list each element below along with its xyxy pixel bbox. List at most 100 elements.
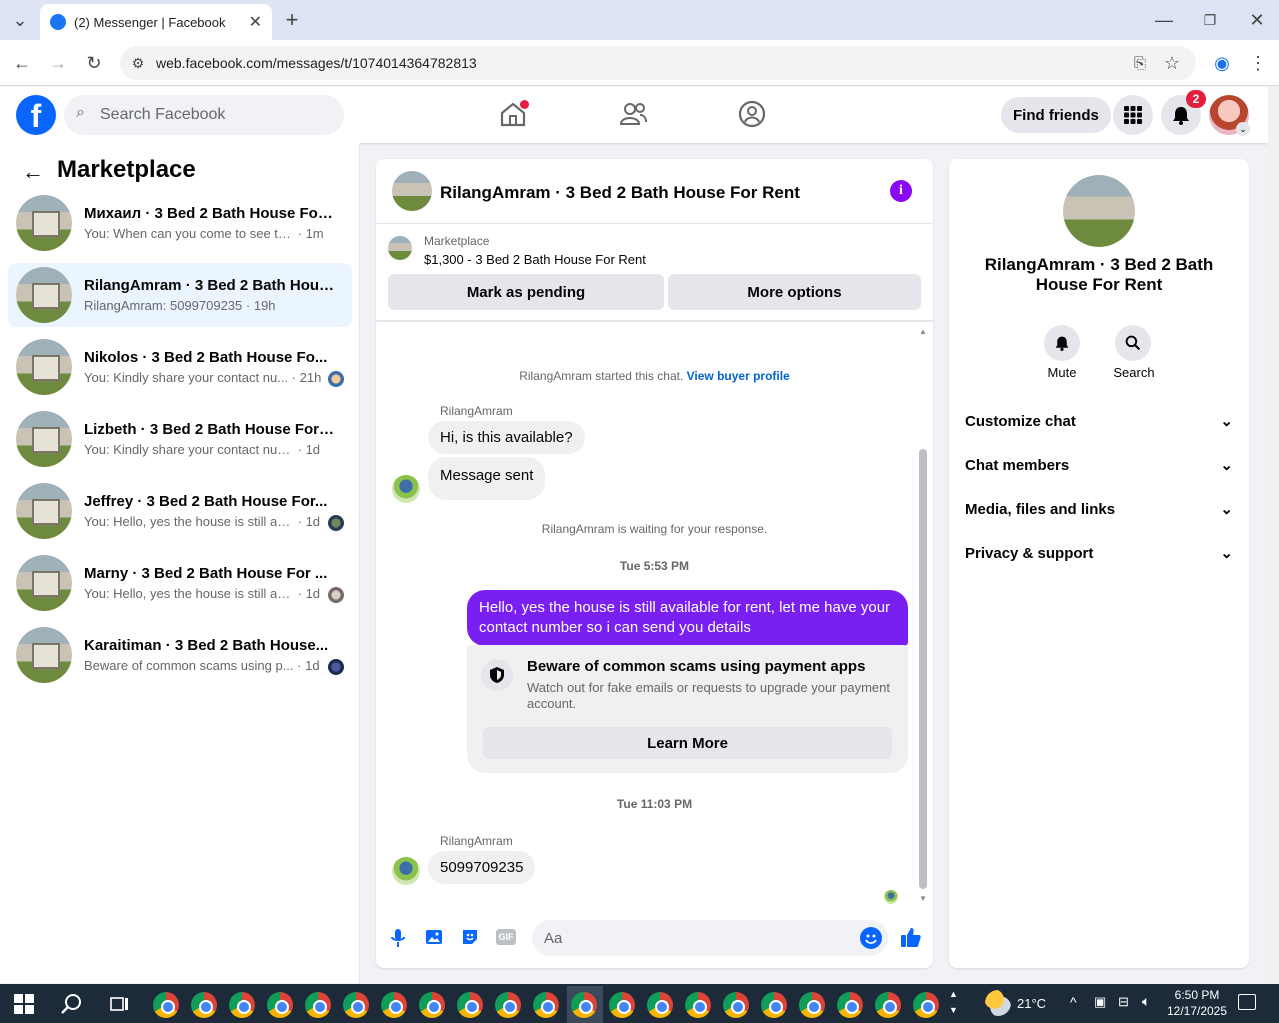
photo-icon[interactable] [424, 927, 444, 947]
conversation-item-active[interactable]: RilangAmram · 3 Bed 2 Bath Hous... Rilan… [8, 263, 352, 327]
friends-icon[interactable] [618, 99, 648, 129]
mark-as-pending-button[interactable]: Mark as pending [388, 274, 664, 310]
restore-icon[interactable]: ❐ [1196, 6, 1224, 34]
chrome-taskbar-icon[interactable] [457, 992, 483, 1018]
sender-avatar[interactable] [392, 857, 420, 885]
menu-grid-icon[interactable] [1113, 95, 1153, 135]
home-icon[interactable] [498, 99, 529, 129]
install-app-icon[interactable]: ⎘ [1126, 49, 1154, 77]
minimize-icon[interactable]: — [1150, 6, 1178, 34]
chrome-taskbar-icon[interactable] [609, 992, 635, 1018]
section-chat-members[interactable]: Chat members ⌄ [965, 456, 1233, 475]
forward-icon[interactable]: → [44, 49, 72, 77]
chat-title[interactable]: RilangAmram · 3 Bed 2 Bath House For Ren… [440, 183, 800, 203]
mute-label: Mute [1047, 365, 1077, 380]
learn-more-button[interactable]: Learn More [483, 727, 892, 759]
chrome-taskbar-icon[interactable] [647, 992, 673, 1018]
message-bubble[interactable]: Message sent [428, 457, 546, 500]
back-icon[interactable]: ← [8, 49, 36, 77]
tab-search-icon[interactable]: ⌄ [6, 6, 34, 34]
bookmark-star-icon[interactable]: ☆ [1158, 49, 1186, 77]
notification-center-icon[interactable] [1238, 994, 1256, 1010]
message-bubble[interactable]: 5099709235 [428, 851, 536, 884]
conversation-item[interactable]: Jeffrey · 3 Bed 2 Bath House For... You:… [8, 479, 352, 543]
profile-icon[interactable]: ◉ [1208, 49, 1236, 77]
my-message-bubble[interactable]: Hello, yes the house is still available … [467, 590, 908, 646]
taskbar-search-icon[interactable] [60, 992, 84, 1016]
chrome-taskbar-icon[interactable] [153, 992, 179, 1018]
listing-detail[interactable]: $1,300 - 3 Bed 2 Bath House For Rent [424, 252, 646, 267]
task-view-icon[interactable] [110, 995, 130, 1013]
chrome-taskbar-icon[interactable] [913, 992, 939, 1018]
account-chevron-icon[interactable]: ⌄ [1236, 122, 1250, 136]
chrome-taskbar-icon[interactable] [761, 992, 787, 1018]
chrome-taskbar-icon[interactable] [305, 992, 331, 1018]
view-buyer-profile-link[interactable]: View buyer profile [687, 369, 790, 383]
chrome-taskbar-icon[interactable] [229, 992, 255, 1018]
chrome-taskbar-icon[interactable] [495, 992, 521, 1018]
message-input[interactable]: Aa [532, 920, 888, 956]
weather-icon[interactable] [985, 990, 1011, 1016]
taskbar-clock[interactable]: 6:50 PM 12/17/2025 [1164, 987, 1230, 1019]
taskbar-overflow-chevrons-icon[interactable]: ▲ ▼ [949, 986, 958, 1018]
search-icon: ⌕ [76, 104, 85, 121]
conversation-item[interactable]: Karaitiman · 3 Bed 2 Bath House... Bewar… [8, 623, 352, 687]
listing-avatar-large[interactable] [1063, 175, 1135, 247]
conversation-item[interactable]: Михаил · 3 Bed 2 Bath House For ... You:… [8, 191, 352, 255]
chrome-taskbar-icon[interactable] [191, 992, 217, 1018]
chrome-taskbar-icon[interactable] [343, 992, 369, 1018]
chrome-taskbar-icon[interactable] [723, 992, 749, 1018]
scroll-down-icon[interactable]: ▼ [919, 894, 927, 903]
chat-scrollbar-thumb[interactable] [919, 449, 927, 889]
facebook-search-input[interactable]: ⌕ Search Facebook [64, 95, 344, 135]
close-window-icon[interactable]: ✕ [1243, 6, 1271, 34]
more-options-button[interactable]: More options [668, 274, 921, 310]
thumbs-up-icon[interactable] [899, 925, 923, 949]
back-arrow-icon[interactable]: ← [22, 159, 44, 185]
chrome-taskbar-icon[interactable] [837, 992, 863, 1018]
section-privacy-support[interactable]: Privacy & support ⌄ [965, 544, 1233, 563]
search-in-chat-button[interactable] [1115, 325, 1151, 361]
network-icon[interactable]: ⊟ [1118, 994, 1129, 1010]
sender-avatar[interactable] [392, 475, 420, 503]
message-bubble[interactable]: Hi, is this available? [428, 421, 585, 454]
seen-avatar [328, 587, 344, 603]
weather-temperature[interactable]: 21°C [1017, 996, 1046, 1011]
chrome-taskbar-icon[interactable] [533, 992, 559, 1018]
close-tab-icon[interactable]: ✕ [249, 12, 262, 32]
new-tab-icon[interactable]: + [278, 6, 306, 34]
device-icon[interactable]: ▣ [1094, 994, 1106, 1010]
find-friends-button[interactable]: Find friends [1001, 97, 1111, 133]
browser-tab[interactable]: (2) Messenger | Facebook ✕ [40, 4, 272, 40]
chrome-taskbar-icon[interactable] [685, 992, 711, 1018]
sticker-icon[interactable] [460, 927, 480, 947]
conversation-item[interactable]: Marny · 3 Bed 2 Bath House For ... You: … [8, 551, 352, 615]
chat-listing-avatar[interactable] [392, 171, 432, 211]
menu-dots-icon[interactable]: ⋮ [1244, 49, 1272, 77]
chrome-taskbar-icon[interactable] [267, 992, 293, 1018]
site-info-icon[interactable]: ⚙ [124, 49, 152, 77]
chrome-taskbar-icon-active[interactable] [571, 992, 597, 1018]
mute-button[interactable] [1044, 325, 1080, 361]
windows-start-icon[interactable] [14, 994, 34, 1014]
emoji-icon[interactable] [860, 927, 882, 949]
reload-icon[interactable]: ↻ [80, 49, 108, 77]
page-scrollbar[interactable] [1268, 87, 1279, 984]
groups-icon[interactable] [737, 99, 767, 129]
chrome-taskbar-icon[interactable] [799, 992, 825, 1018]
scroll-up-icon[interactable]: ▲ [919, 327, 927, 336]
gif-icon[interactable]: GIF [496, 929, 516, 945]
section-media-files-links[interactable]: Media, files and links ⌄ [965, 500, 1233, 519]
facebook-logo[interactable]: f [16, 95, 56, 135]
conversation-item[interactable]: Lizbeth · 3 Bed 2 Bath House For R... Yo… [8, 407, 352, 471]
chrome-taskbar-icon[interactable] [381, 992, 407, 1018]
volume-icon[interactable]: 🔈︎ [1142, 993, 1150, 1010]
chrome-taskbar-icon[interactable] [875, 992, 901, 1018]
section-customize-chat[interactable]: Customize chat ⌄ [965, 412, 1233, 431]
chrome-taskbar-icon[interactable] [419, 992, 445, 1018]
address-bar[interactable]: web.facebook.com/messages/t/107401436478… [120, 46, 1196, 80]
system-tray-chevron-icon[interactable]: ^ [1070, 994, 1077, 1010]
conversation-item[interactable]: Nikolos · 3 Bed 2 Bath House Fo... You: … [8, 335, 352, 399]
microphone-icon[interactable] [388, 927, 408, 949]
info-icon[interactable]: i [890, 180, 912, 202]
